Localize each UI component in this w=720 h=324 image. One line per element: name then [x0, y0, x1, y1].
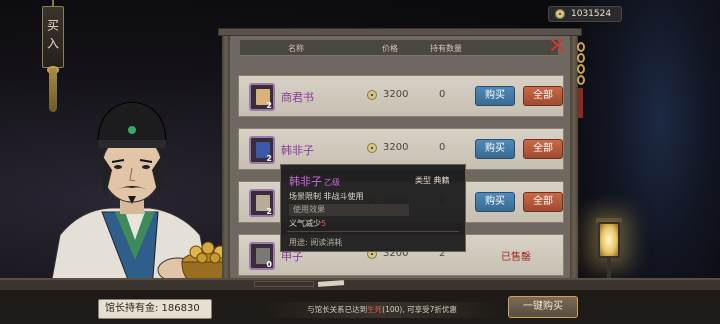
item-name: 韩非子 — [281, 144, 314, 157]
close-icon[interactable]: ✕ — [548, 36, 570, 58]
tooltip-effect-text: 义气减少 — [289, 219, 321, 228]
buy-button[interactable]: 购买 — [475, 139, 515, 159]
coin-icon — [367, 89, 377, 100]
buy-all-item-button[interactable]: 全部 — [523, 139, 563, 159]
coin-icon — [367, 142, 377, 153]
relation-level: 生死 — [367, 305, 383, 314]
tooltip-type: 类型 典籍 — [415, 176, 450, 185]
tooltip-name-text: 韩非子 — [289, 175, 322, 188]
player-gold-display: 1031524 — [548, 6, 622, 22]
tooltip-divider — [287, 231, 459, 232]
buy-button[interactable]: 购买 — [475, 86, 515, 106]
item-icon-frame[interactable]: 2 — [249, 136, 275, 164]
item-price: 3200 — [367, 89, 408, 100]
header-name: 名称 — [288, 44, 304, 53]
relation-suffix: , 可享受7折优惠 — [402, 305, 457, 314]
tooltip-usage: 用途: 阅读消耗 — [289, 238, 343, 247]
shopkeeper-gold-label: 馆长持有金: 186830 — [98, 299, 212, 319]
tooltip-effect: 义气减少5 — [289, 218, 326, 229]
shopkeeper-portrait — [49, 101, 235, 290]
buy-button[interactable]: 购买 — [475, 192, 515, 212]
panel-top-beam — [218, 28, 582, 36]
item-stock: 2 — [266, 101, 272, 110]
header-owned: 持有数量 — [430, 44, 462, 53]
panel-pole-left — [222, 28, 230, 288]
item-name: 商君书 — [281, 91, 314, 104]
sold-out-label: 已售罄 — [501, 252, 531, 263]
tooltip-item-name: 韩非子 乙级 — [289, 173, 340, 189]
abacus-tray — [254, 281, 314, 287]
buy-tab[interactable]: 买入 — [42, 6, 64, 68]
item-icon-frame[interactable]: 2 — [249, 83, 275, 111]
item-icon-frame[interactable]: 0 — [249, 242, 275, 270]
item-owned: 0 — [439, 89, 446, 100]
item-row: 2 商君书 3200 0 购买 全部 — [238, 75, 564, 117]
item-stock: 2 — [266, 154, 272, 163]
item-stock: 2 — [266, 207, 272, 216]
chain-decoration — [577, 42, 585, 86]
tooltip-grade: 乙级 — [324, 178, 340, 187]
buy-all-item-button[interactable]: 全部 — [523, 86, 563, 106]
item-stock: 0 — [266, 260, 272, 269]
buy-all-item-button[interactable]: 全部 — [523, 192, 563, 212]
item-price: 3200 — [367, 142, 408, 153]
player-gold-value: 1031524 — [571, 9, 612, 19]
background-right-glow — [580, 0, 720, 324]
tooltip-effect-header: 使用效果 — [289, 204, 409, 216]
lantern-icon — [598, 222, 620, 258]
item-tooltip: 韩非子 乙级 类型 典籍 场景限制 非战斗使用 使用效果 义气减少5 用途: 阅读… — [280, 164, 466, 252]
relation-count: (100) — [382, 305, 403, 314]
buy-tab-label: 买入 — [45, 19, 60, 55]
item-price-value: 3200 — [383, 89, 409, 100]
table-header: 名称 价格 持有数量 — [240, 40, 558, 56]
relation-discount-text: 与馆长关系已达到生死(100), 可享受7折优惠 — [262, 302, 502, 318]
tooltip-scene-limit: 场景限制 非战斗使用 — [289, 192, 364, 201]
item-owned: 0 — [439, 142, 446, 153]
item-price-value: 3200 — [383, 142, 409, 153]
coin-icon — [555, 9, 565, 19]
red-cord-decoration — [578, 88, 583, 118]
relation-prefix: 与馆长关系已达到 — [307, 305, 368, 314]
one-click-buy-button[interactable]: 一键购买 — [508, 296, 578, 318]
item-icon-frame[interactable]: 2 — [249, 189, 275, 217]
tooltip-effect-value: 5 — [321, 219, 327, 228]
header-price: 价格 — [382, 44, 398, 53]
